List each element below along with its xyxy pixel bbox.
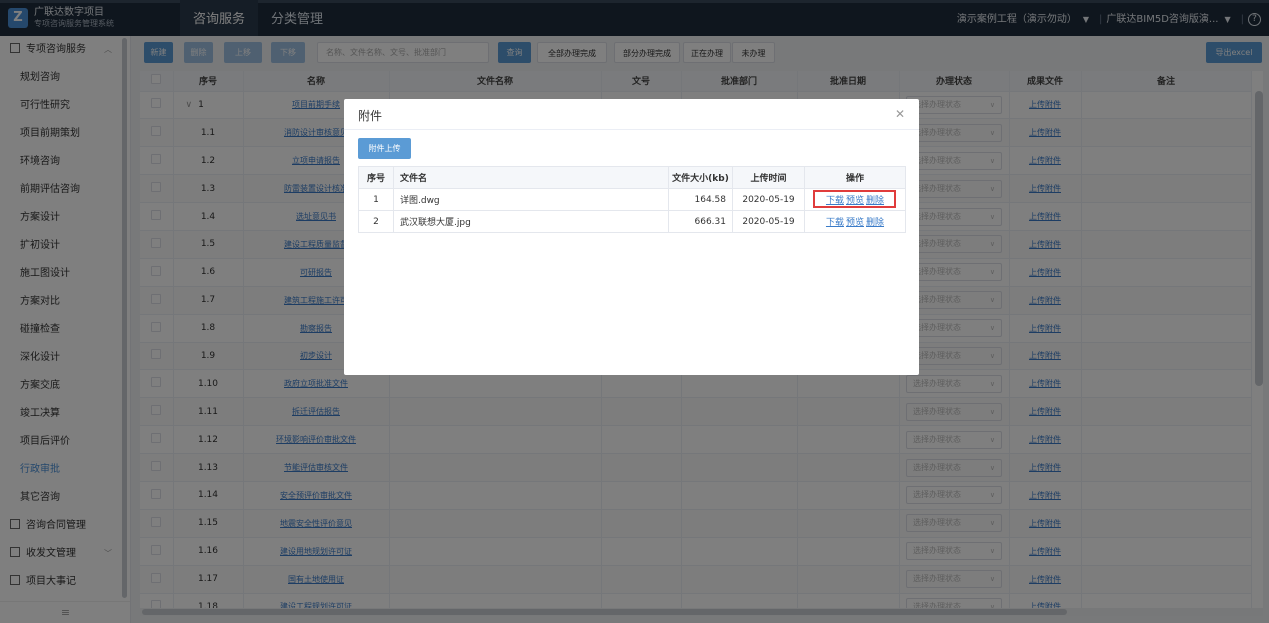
attachment-row: 1 详图.dwg 164.58 2020-05-19 下载 预览 删除 <box>358 188 906 211</box>
download-link[interactable]: 下载 <box>826 218 844 228</box>
highlight-box <box>813 190 896 208</box>
att-size: 164.58 <box>668 188 733 211</box>
att-no: 1 <box>358 188 394 211</box>
attachment-row: 2 武汉联想大厦.jpg 666.31 2020-05-19 下载 预览 删除 <box>358 210 906 233</box>
att-operations: 下载 预览 删除 <box>804 210 906 233</box>
att-file-name: 详图.dwg <box>393 188 669 211</box>
att-file-name: 武汉联想大厦.jpg <box>393 210 669 233</box>
upload-attachment-button[interactable]: 附件上传 <box>358 138 411 159</box>
dialog-title: 附件 <box>358 109 383 123</box>
att-size: 666.31 <box>668 210 733 233</box>
divider <box>344 129 919 130</box>
delete-link[interactable]: 删除 <box>866 218 884 228</box>
att-column-upload-time: 上传时间 <box>732 166 805 189</box>
attachment-table: 序号 文件名 文件大小(kb) 上传时间 操作 1 详图.dwg 164.58 202… <box>358 166 906 233</box>
att-column-no: 序号 <box>358 166 394 189</box>
att-column-operations: 操作 <box>804 166 906 189</box>
att-upload-time: 2020-05-19 <box>732 188 805 211</box>
attachment-table-body: 1 详图.dwg 164.58 2020-05-19 下载 预览 删除 2 武汉联想大厦.jpg… <box>358 188 906 233</box>
close-icon[interactable]: ✕ <box>895 107 905 121</box>
att-operations: 下载 预览 删除 <box>804 188 906 211</box>
att-column-size: 文件大小(kb) <box>668 166 733 189</box>
att-column-file-name: 文件名 <box>393 166 669 189</box>
att-upload-time: 2020-05-19 <box>732 210 805 233</box>
att-no: 2 <box>358 210 394 233</box>
preview-link[interactable]: 预览 <box>846 218 864 228</box>
attachment-dialog: 附件 ✕ 附件上传 序号 文件名 文件大小(kb) 上传时间 操作 1 详图.dw… <box>344 99 919 375</box>
